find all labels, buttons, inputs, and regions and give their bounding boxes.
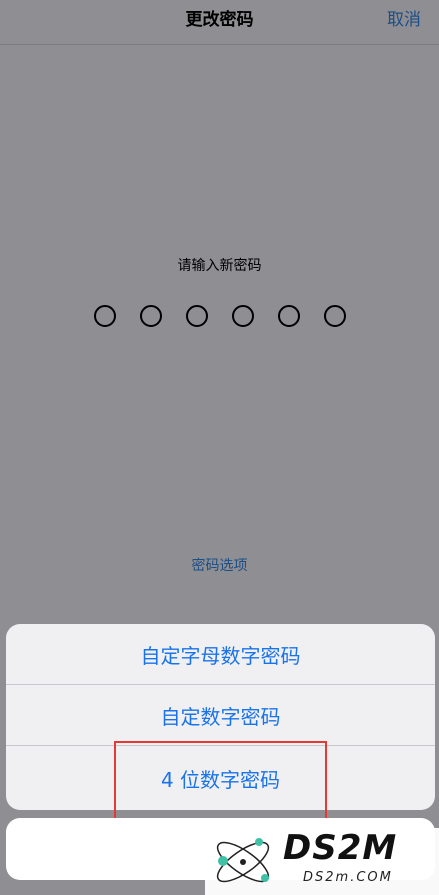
passcode-options-sheet: 自定字母数字密码 自定数字密码 4 位数字密码 — [6, 624, 435, 810]
watermark-domain: DS2m.COM — [303, 870, 393, 885]
passcode-dot — [139, 305, 162, 327]
cancel-button[interactable]: 取消 — [387, 0, 421, 44]
custom-numeric-button[interactable]: 自定数字密码 — [6, 685, 435, 746]
passcode-prompt: 请输入新密码 — [177, 258, 262, 274]
passcode-dot — [93, 305, 116, 327]
watermark-brand: DS2M — [283, 828, 398, 868]
four-digit-numeric-button[interactable]: 4 位数字密码 — [6, 746, 435, 810]
passcode-dots — [0, 305, 439, 329]
passcode-dot — [231, 305, 254, 327]
page-title: 更改密码 — [185, 10, 254, 30]
nav-bar: 更改密码 取消 — [0, 0, 439, 45]
custom-alphanumeric-button[interactable]: 自定字母数字密码 — [6, 624, 435, 685]
passcode-dot — [185, 305, 208, 327]
passcode-dot — [323, 305, 346, 327]
change-passcode-screen: 更改密码 取消 请输入新密码 密码选项 自定字母数字密码 自定数字密码 4 位数… — [0, 0, 439, 895]
passcode-dot — [277, 305, 300, 327]
passcode-options-link[interactable]: 密码选项 — [0, 555, 439, 575]
atom-logo-icon — [216, 838, 270, 883]
watermark: DS2M DS2m.COM — [205, 828, 439, 895]
